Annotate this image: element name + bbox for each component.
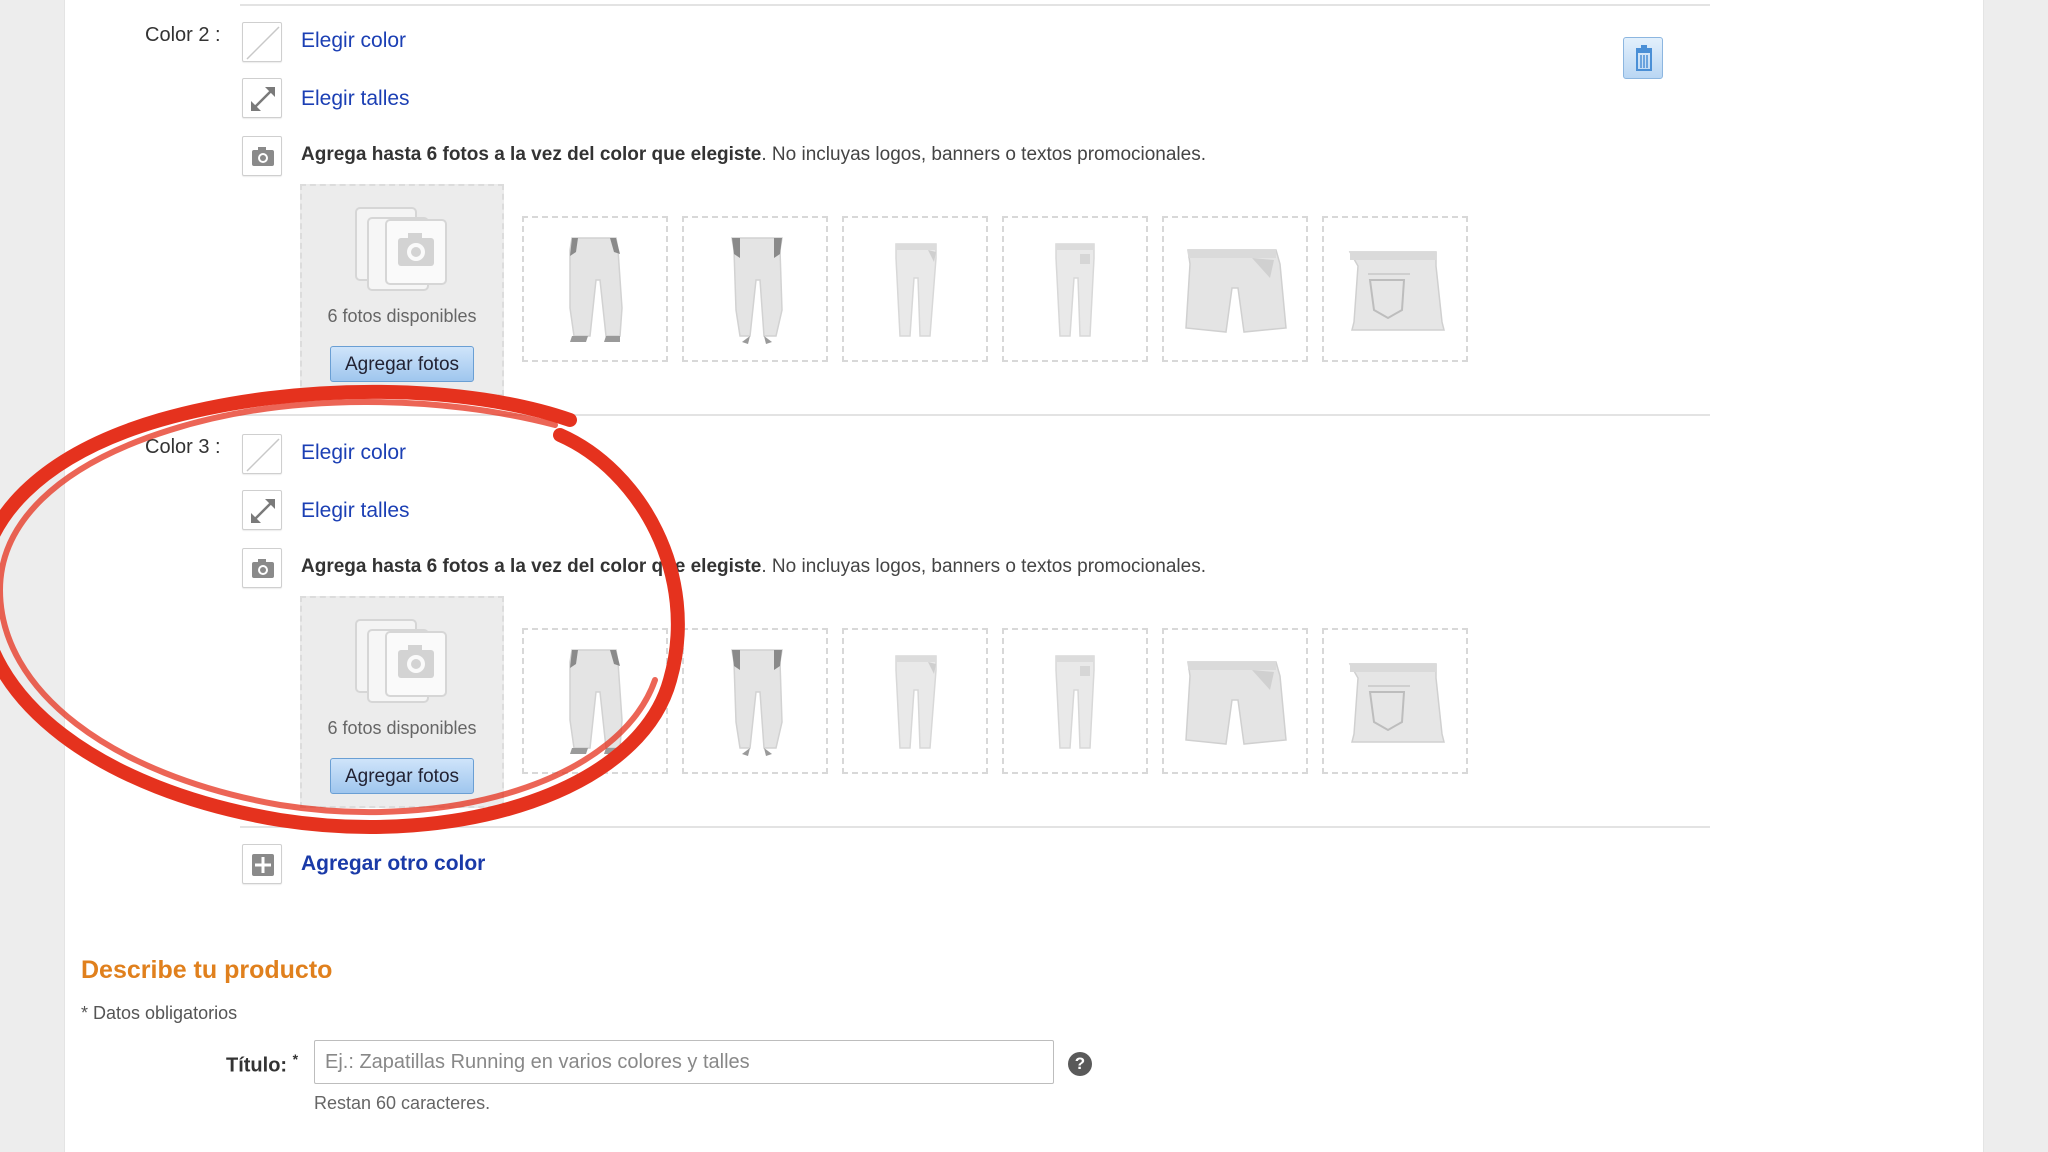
photo-instructions-bold: Agrega hasta 6 fotos a la vez del color … <box>301 556 762 577</box>
color-swatch-empty-icon[interactable] <box>242 22 282 62</box>
photo-instructions-rest: . No incluyas logos, banners o textos pr… <box>761 144 1207 165</box>
add-other-color-link[interactable]: Agregar otro color <box>301 852 485 876</box>
photos-available-text: 6 fotos disponibles <box>327 306 477 326</box>
trash-icon <box>1636 45 1652 71</box>
chars-remaining-text: Restan 60 caracteres. <box>314 1093 491 1113</box>
required-mark: * <box>292 1051 299 1067</box>
photo-slot-shorts-back[interactable] <box>1322 216 1468 362</box>
choose-color-link[interactable]: Elegir color <box>301 29 406 53</box>
pants-front-icon <box>524 630 670 776</box>
photo-slot-pants-back[interactable] <box>682 216 828 362</box>
pants-side-back-icon <box>1004 630 1150 776</box>
title-field-label: Título: * <box>226 1051 298 1078</box>
help-icon[interactable]: ? <box>1068 1052 1092 1076</box>
pants-front-icon <box>524 218 670 364</box>
photo-slot-shorts-back[interactable] <box>1322 628 1468 774</box>
photo-stack-icon <box>355 619 447 703</box>
plus-icon[interactable] <box>242 844 282 884</box>
shorts-front-icon <box>1164 218 1310 364</box>
required-fields-note: * Datos obligatorios <box>81 1003 238 1023</box>
choose-sizes-link[interactable]: Elegir talles <box>301 499 410 523</box>
photo-instructions: Agrega hasta 6 fotos a la vez del color … <box>301 144 1206 166</box>
section-divider <box>240 414 1710 416</box>
camera-icon <box>242 548 282 588</box>
photo-instructions: Agrega hasta 6 fotos a la vez del color … <box>301 556 1206 578</box>
pants-side-icon <box>844 218 990 364</box>
photo-stack-icon <box>355 207 447 291</box>
title-input[interactable] <box>314 1040 1054 1084</box>
add-photos-button[interactable]: Agregar fotos <box>330 346 474 382</box>
pants-back-icon <box>684 218 830 364</box>
photo-slot-shorts-front[interactable] <box>1162 216 1308 362</box>
color-label: Color 2 : <box>145 24 221 46</box>
photo-slot-pants-side[interactable] <box>842 628 988 774</box>
photo-slot-pants-front[interactable] <box>522 216 668 362</box>
delete-color-button[interactable] <box>1623 37 1663 79</box>
title-label-text: Título: <box>226 1054 288 1077</box>
pants-side-icon <box>844 630 990 776</box>
photo-slot-pants-side-back[interactable] <box>1002 628 1148 774</box>
camera-icon <box>242 136 282 176</box>
shorts-front-icon <box>1164 630 1310 776</box>
photo-slot-pants-side-back[interactable] <box>1002 216 1148 362</box>
photo-slot-shorts-front[interactable] <box>1162 628 1308 774</box>
choose-color-link[interactable]: Elegir color <box>301 441 406 465</box>
section-divider <box>240 826 1710 828</box>
pants-back-icon <box>684 630 830 776</box>
color-label: Color 3 : <box>145 436 221 458</box>
resize-arrows-icon[interactable] <box>242 78 282 118</box>
color-swatch-empty-icon[interactable] <box>242 434 282 474</box>
photo-upload-dropzone[interactable]: 6 fotos disponibles Agregar fotos <box>300 184 504 396</box>
choose-sizes-link[interactable]: Elegir talles <box>301 87 410 111</box>
shorts-back-icon <box>1324 218 1470 364</box>
photo-slot-pants-side[interactable] <box>842 216 988 362</box>
photo-upload-dropzone[interactable]: 6 fotos disponibles Agregar fotos <box>300 596 504 808</box>
resize-arrows-icon[interactable] <box>242 490 282 530</box>
photo-slot-pants-front[interactable] <box>522 628 668 774</box>
photo-instructions-rest: . No incluyas logos, banners o textos pr… <box>761 556 1207 577</box>
add-photos-button[interactable]: Agregar fotos <box>330 758 474 794</box>
pants-side-back-icon <box>1004 218 1150 364</box>
shorts-back-icon <box>1324 630 1470 776</box>
photo-slot-pants-back[interactable] <box>682 628 828 774</box>
photo-instructions-bold: Agrega hasta 6 fotos a la vez del color … <box>301 144 762 165</box>
describe-section-title: Describe tu producto <box>81 956 333 984</box>
photos-available-text: 6 fotos disponibles <box>327 718 477 738</box>
section-divider <box>240 4 1710 6</box>
